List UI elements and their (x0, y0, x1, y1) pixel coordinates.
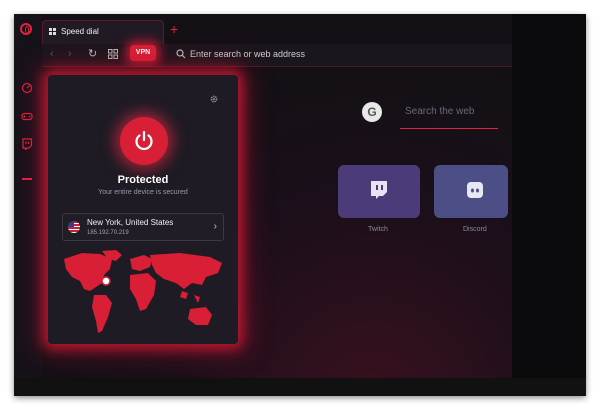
grid-icon (108, 49, 118, 59)
search-icon (176, 49, 186, 59)
tab-grid-button[interactable] (108, 49, 118, 62)
toolbar: ‹ › ↻ VPN (42, 44, 512, 67)
us-flag-icon (68, 221, 80, 233)
discord-icon (467, 182, 483, 198)
new-tab-button[interactable]: + (170, 22, 178, 36)
tile-label-discord: Discord (463, 226, 487, 233)
sidebar (14, 14, 42, 396)
gear-icon[interactable] (209, 94, 219, 104)
location-marker (101, 276, 111, 286)
vpn-power-button[interactable] (120, 117, 168, 165)
vpn-status-title: Protected (117, 174, 169, 186)
grid-icon (49, 28, 57, 36)
chevron-right-icon: › (213, 221, 217, 232)
tab-title: Speed dial (61, 27, 99, 36)
sidebar-divider (22, 178, 32, 180)
tile-label-twitch: Twitch (368, 226, 388, 233)
power-icon (135, 130, 153, 151)
speed-dial-tile-discord[interactable] (434, 165, 508, 218)
forward-button[interactable]: › (68, 48, 72, 60)
window-edge (512, 14, 586, 396)
search-underline (400, 128, 498, 129)
tab-bar: Speed dial + (42, 14, 512, 44)
location-city: New York, United States (87, 218, 174, 227)
vpn-location-selector[interactable]: New York, United States 185.192.70.219 › (62, 213, 224, 241)
speedometer-icon[interactable] (21, 82, 33, 94)
address-bar-input[interactable] (190, 46, 440, 62)
twitch-icon (371, 181, 387, 199)
speed-dial-tile-twitch[interactable] (338, 165, 420, 218)
back-button[interactable]: ‹ (50, 48, 54, 60)
bottom-edge (14, 378, 586, 396)
opera-logo-icon[interactable] (20, 23, 32, 35)
world-map (64, 250, 222, 333)
vpn-status-subtitle: Your entire device is secured (98, 189, 188, 196)
web-search-input[interactable]: Search the web (405, 106, 475, 117)
location-ip: 185.192.70.219 (87, 230, 129, 236)
tab-speed-dial[interactable]: Speed dial (42, 20, 164, 44)
reload-button[interactable]: ↻ (88, 48, 97, 60)
vpn-badge-button[interactable]: VPN (130, 45, 156, 61)
twitch-icon[interactable] (21, 138, 33, 151)
controller-icon[interactable] (21, 110, 33, 122)
google-logo-icon: G (362, 102, 382, 122)
